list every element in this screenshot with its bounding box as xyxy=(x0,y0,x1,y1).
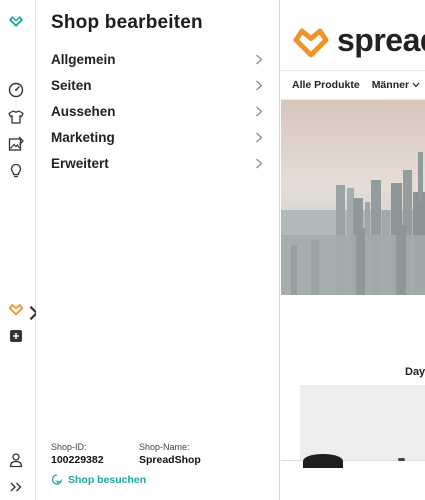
lightbulb-icon[interactable] xyxy=(7,162,25,180)
preview-nav-men[interactable]: Männer xyxy=(372,79,420,91)
shop-preview: spread Alle Produkte Männer xyxy=(281,0,425,500)
menu-item-aussehen[interactable]: Aussehen xyxy=(36,98,279,124)
shop-info: Shop-ID: 100229382 Shop-Name: SpreadShop xyxy=(51,442,271,466)
shop-name-block: Shop-Name: SpreadShop xyxy=(139,442,227,466)
preview-header: spread xyxy=(281,0,425,70)
preview-section-heading: Day xyxy=(405,366,425,378)
settings-menu: Allgemein Seiten Aussehen Marketing Erwe… xyxy=(36,46,279,176)
icon-rail xyxy=(0,0,39,500)
menu-item-label: Marketing xyxy=(51,129,115,145)
shop-id-block: Shop-ID: 100229382 xyxy=(51,442,139,466)
preview-product-image xyxy=(303,454,343,468)
chevron-right-icon xyxy=(256,54,263,65)
menu-item-marketing[interactable]: Marketing xyxy=(36,124,279,150)
spreadshop-brand-icon xyxy=(293,28,329,58)
dashboard-gauge-icon[interactable] xyxy=(7,81,25,99)
preview-decoration xyxy=(398,458,405,461)
shop-name-value: SpreadShop xyxy=(139,454,201,466)
menu-item-seiten[interactable]: Seiten xyxy=(36,72,279,98)
user-icon[interactable] xyxy=(7,451,25,469)
preview-brand-name: spread xyxy=(337,22,425,58)
visit-shop-label: Shop besuchen xyxy=(68,474,147,486)
page-title: Shop bearbeiten xyxy=(51,12,203,33)
edit-shop-panel: Shop bearbeiten Allgemein Seiten Aussehe… xyxy=(36,0,280,500)
image-edit-icon[interactable] xyxy=(7,135,25,153)
menu-item-allgemein[interactable]: Allgemein xyxy=(36,46,279,72)
expand-chevron-icon[interactable] xyxy=(25,304,39,321)
chevron-right-icon xyxy=(256,106,263,117)
preview-hero-image xyxy=(281,100,425,295)
visit-shop-link[interactable]: Shop besuchen xyxy=(51,474,146,486)
heart-shop-icon[interactable] xyxy=(7,300,25,318)
preview-nav-all-products[interactable]: Alle Produkte xyxy=(292,79,360,91)
shop-name-label: Shop-Name: xyxy=(139,442,190,452)
menu-item-label: Seiten xyxy=(51,77,92,93)
menu-item-erweitert[interactable]: Erweitert xyxy=(36,150,279,176)
menu-item-label: Erweitert xyxy=(51,155,109,171)
preview-product-card[interactable] xyxy=(300,385,425,460)
visit-shop-icon xyxy=(51,474,63,485)
spreadshop-logo-icon[interactable] xyxy=(7,12,25,30)
preview-nav: Alle Produkte Männer xyxy=(281,70,425,100)
chevron-down-icon xyxy=(412,82,420,88)
chevron-right-icon xyxy=(256,80,263,91)
menu-item-label: Allgemein xyxy=(51,51,116,67)
chevron-right-icon xyxy=(256,132,263,143)
add-icon[interactable] xyxy=(7,327,25,345)
tshirt-icon[interactable] xyxy=(7,108,25,126)
preview-nav-men-label: Männer xyxy=(371,79,410,91)
shop-id-label: Shop-ID: xyxy=(51,442,87,452)
expand-double-chevron-icon[interactable] xyxy=(7,478,25,496)
chevron-right-icon xyxy=(256,158,263,169)
menu-item-label: Aussehen xyxy=(51,103,116,119)
shop-id-value: 100229382 xyxy=(51,454,104,466)
